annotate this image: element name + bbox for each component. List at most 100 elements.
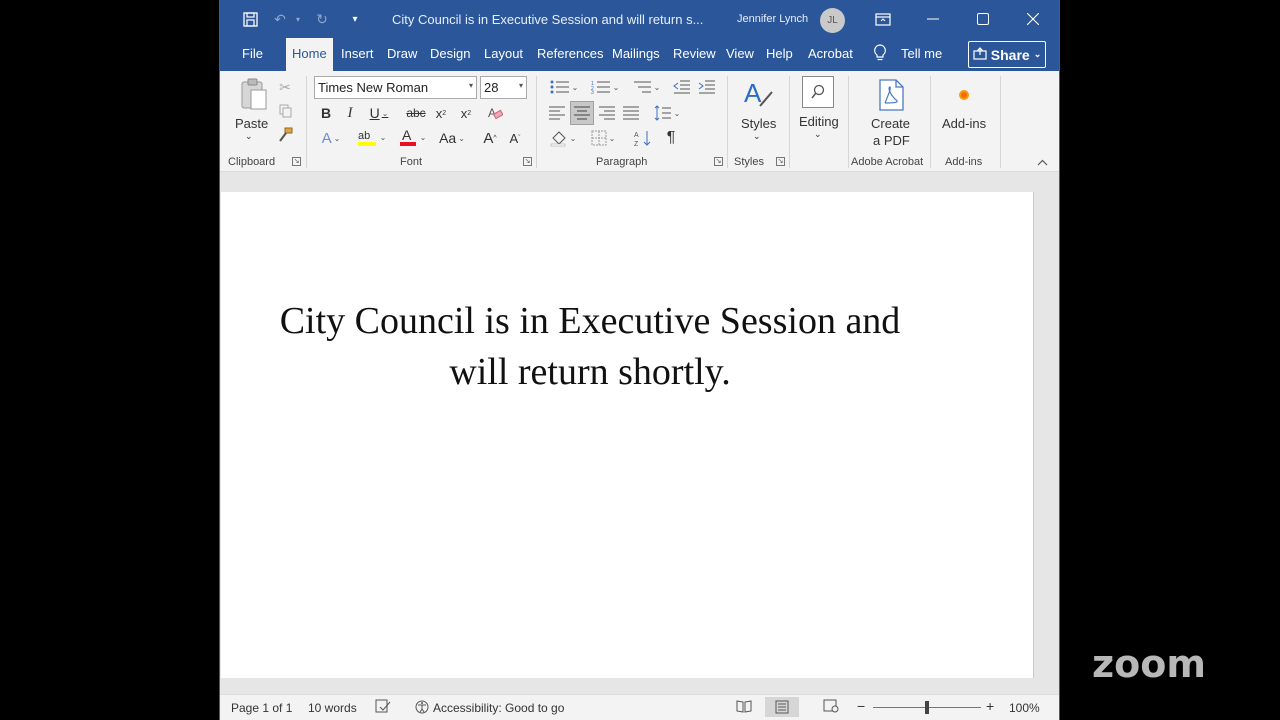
- addins-icon[interactable]: [956, 87, 972, 103]
- underline-icon[interactable]: U ⌄: [365, 103, 393, 123]
- share-button[interactable]: Share ⌄: [968, 41, 1046, 68]
- word-count[interactable]: 10 words: [308, 701, 357, 715]
- create-pdf-icon[interactable]: [876, 78, 906, 112]
- bullets-icon[interactable]: ⌄: [546, 78, 582, 96]
- tab-home[interactable]: Home: [286, 38, 333, 71]
- tab-draw[interactable]: Draw: [387, 46, 417, 61]
- shading-icon[interactable]: ⌄: [546, 127, 580, 149]
- print-layout-icon[interactable]: [765, 697, 799, 717]
- styles-icon[interactable]: A: [740, 77, 776, 113]
- editing-dropdown-icon[interactable]: ⌄: [814, 129, 822, 140]
- tab-view[interactable]: View: [726, 46, 754, 61]
- tab-file[interactable]: File: [242, 46, 263, 61]
- group-divider: [727, 76, 728, 168]
- paste-icon[interactable]: [238, 77, 270, 113]
- align-left-icon[interactable]: [546, 102, 568, 124]
- justify-icon[interactable]: [620, 102, 642, 124]
- accessibility-icon[interactable]: [414, 699, 430, 718]
- strikethrough-icon[interactable]: abc: [405, 103, 427, 123]
- editing-label[interactable]: Editing: [799, 114, 839, 129]
- paste-label[interactable]: Paste: [235, 116, 268, 131]
- cut-icon[interactable]: ✂: [276, 78, 294, 96]
- addins-label[interactable]: Add-ins: [942, 116, 986, 131]
- read-mode-icon[interactable]: [736, 699, 752, 716]
- tab-acrobat[interactable]: Acrobat: [808, 46, 853, 61]
- create-pdf-label-line2[interactable]: a PDF: [873, 133, 910, 148]
- document-body[interactable]: City Council is in Executive Session and…: [241, 296, 939, 398]
- undo-dropdown-icon[interactable]: ▾: [288, 9, 308, 29]
- share-label: Share: [990, 46, 1030, 63]
- increase-indent-icon[interactable]: [697, 78, 717, 96]
- tab-layout[interactable]: Layout: [484, 46, 523, 61]
- show-formatting-marks-icon[interactable]: ¶: [660, 127, 682, 149]
- tab-design[interactable]: Design: [430, 46, 470, 61]
- web-layout-icon[interactable]: [823, 699, 839, 716]
- zoom-in-icon[interactable]: +: [986, 698, 994, 714]
- avatar[interactable]: JL: [820, 8, 845, 33]
- lightbulb-icon[interactable]: [873, 44, 887, 65]
- subscript-icon[interactable]: x2: [432, 103, 450, 123]
- shrink-font-icon[interactable]: Aˇ: [506, 128, 524, 148]
- bold-icon[interactable]: B: [317, 103, 335, 123]
- decrease-indent-icon[interactable]: [672, 78, 692, 96]
- align-center-icon[interactable]: [570, 101, 594, 125]
- styles-label[interactable]: Styles: [741, 116, 776, 131]
- chevron-down-icon[interactable]: ▾: [469, 81, 473, 90]
- italic-icon[interactable]: I: [341, 103, 359, 123]
- font-color-icon[interactable]: A ⌄: [395, 126, 429, 148]
- change-case-icon[interactable]: Aa ⌄: [436, 128, 468, 148]
- font-launcher-icon[interactable]: ↘: [523, 157, 532, 166]
- tab-insert[interactable]: Insert: [341, 46, 374, 61]
- create-pdf-label-line1[interactable]: Create: [871, 116, 910, 131]
- format-painter-icon[interactable]: [276, 126, 294, 144]
- styles-dropdown-icon[interactable]: ⌄: [753, 131, 761, 142]
- zoom-slider-thumb[interactable]: [925, 701, 929, 714]
- tab-review[interactable]: Review: [673, 46, 716, 61]
- clear-formatting-icon[interactable]: A: [486, 103, 504, 123]
- clipboard-launcher-icon[interactable]: ↘: [292, 157, 301, 166]
- copy-icon[interactable]: [276, 102, 294, 120]
- tab-references[interactable]: References: [537, 46, 603, 61]
- tell-me-search[interactable]: Tell me: [901, 46, 942, 61]
- font-name-value: Times New Roman: [318, 80, 429, 95]
- zoom-out-icon[interactable]: −: [857, 698, 865, 714]
- redo-icon[interactable]: ↻: [312, 9, 332, 29]
- chevron-down-icon[interactable]: ▾: [519, 81, 523, 90]
- collapse-ribbon-icon[interactable]: [1035, 155, 1049, 169]
- align-right-icon[interactable]: [596, 102, 618, 124]
- paste-dropdown-icon[interactable]: ⌄: [245, 131, 253, 142]
- font-name-combo[interactable]: Times New Roman ▾: [314, 76, 477, 99]
- word-window: ↶ ▾ ↻ ▾ City Council is in Executive Ses…: [219, 0, 1060, 720]
- maximize-icon[interactable]: [970, 6, 996, 32]
- minimize-icon[interactable]: [920, 6, 946, 32]
- grow-font-icon[interactable]: A ^: [481, 128, 499, 148]
- ribbon-display-options-icon[interactable]: [870, 6, 896, 32]
- numbering-icon[interactable]: 1 2 3 ⌄: [587, 78, 623, 96]
- line-spacing-icon[interactable]: ⌄: [650, 102, 684, 124]
- highlight-color-icon[interactable]: ab ⌄: [354, 126, 388, 148]
- customize-quick-access-icon[interactable]: ▾: [345, 9, 365, 29]
- sort-icon[interactable]: AZ: [632, 127, 654, 149]
- document-page[interactable]: City Council is in Executive Session and…: [221, 192, 1034, 678]
- user-name[interactable]: Jennifer Lynch: [737, 13, 808, 25]
- undo-icon[interactable]: ↶: [270, 9, 290, 29]
- accessibility-status[interactable]: Accessibility: Good to go: [433, 701, 564, 715]
- zoom-level[interactable]: 100%: [1009, 701, 1040, 715]
- page-count[interactable]: Page 1 of 1: [231, 701, 292, 715]
- styles-launcher-icon[interactable]: ↘: [776, 157, 785, 166]
- paragraph-launcher-icon[interactable]: ↘: [714, 157, 723, 166]
- borders-icon[interactable]: ⌄: [586, 127, 620, 149]
- proofing-icon[interactable]: [375, 699, 391, 716]
- tab-mailings[interactable]: Mailings: [612, 46, 660, 61]
- multilevel-list-icon[interactable]: ⌄: [628, 78, 664, 96]
- save-icon[interactable]: [240, 9, 260, 29]
- document-title: City Council is in Executive Session and…: [392, 12, 704, 27]
- title-bar: ↶ ▾ ↻ ▾ City Council is in Executive Ses…: [220, 0, 1059, 38]
- superscript-icon[interactable]: x2: [457, 103, 475, 123]
- close-icon[interactable]: [1020, 6, 1046, 32]
- find-icon[interactable]: [802, 76, 834, 108]
- tab-help[interactable]: Help: [766, 46, 793, 61]
- text-effects-icon[interactable]: A ⌄: [317, 128, 345, 148]
- acrobat-group-label: Adobe Acrobat: [851, 156, 924, 168]
- font-size-combo[interactable]: 28 ▾: [480, 76, 527, 99]
